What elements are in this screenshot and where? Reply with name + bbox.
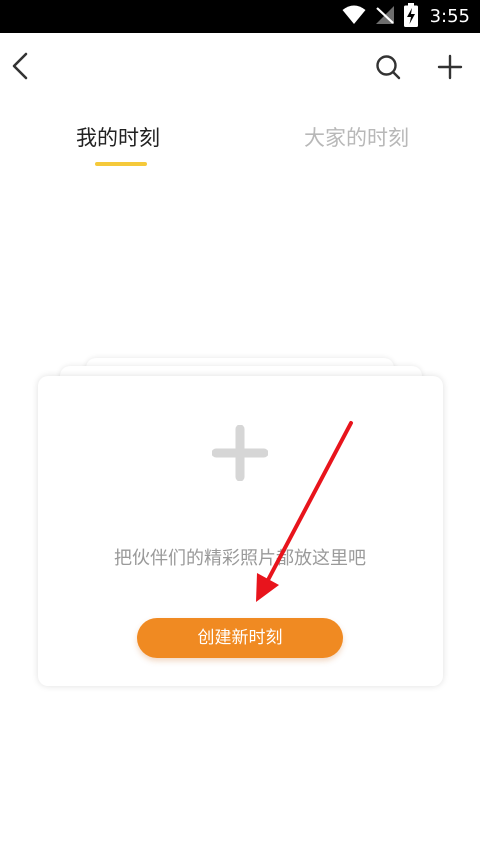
battery-charging-icon xyxy=(403,2,418,31)
tab-active-indicator xyxy=(95,162,147,166)
status-time: 3:55 xyxy=(429,6,470,27)
wifi-icon xyxy=(342,5,366,29)
search-icon xyxy=(376,55,401,80)
empty-state-hint: 把伙伴们的精彩照片都放这里吧 xyxy=(114,548,366,569)
back-icon xyxy=(12,52,28,80)
add-button[interactable] xyxy=(436,53,464,81)
status-icons: 3:55 xyxy=(342,0,470,33)
back-button[interactable] xyxy=(8,51,36,81)
search-button[interactable] xyxy=(374,53,402,81)
no-signal-icon xyxy=(374,5,396,29)
create-moment-button[interactable]: 创建新时刻 xyxy=(137,618,343,658)
add-photo-plus-icon[interactable] xyxy=(211,424,269,482)
status-bar: 3:55 xyxy=(0,0,480,33)
tab-everyones-moments[interactable]: 大家的时刻 xyxy=(304,122,409,154)
top-bar xyxy=(0,33,480,99)
tab-my-moments[interactable]: 我的时刻 xyxy=(76,122,160,154)
plus-icon xyxy=(437,54,463,80)
